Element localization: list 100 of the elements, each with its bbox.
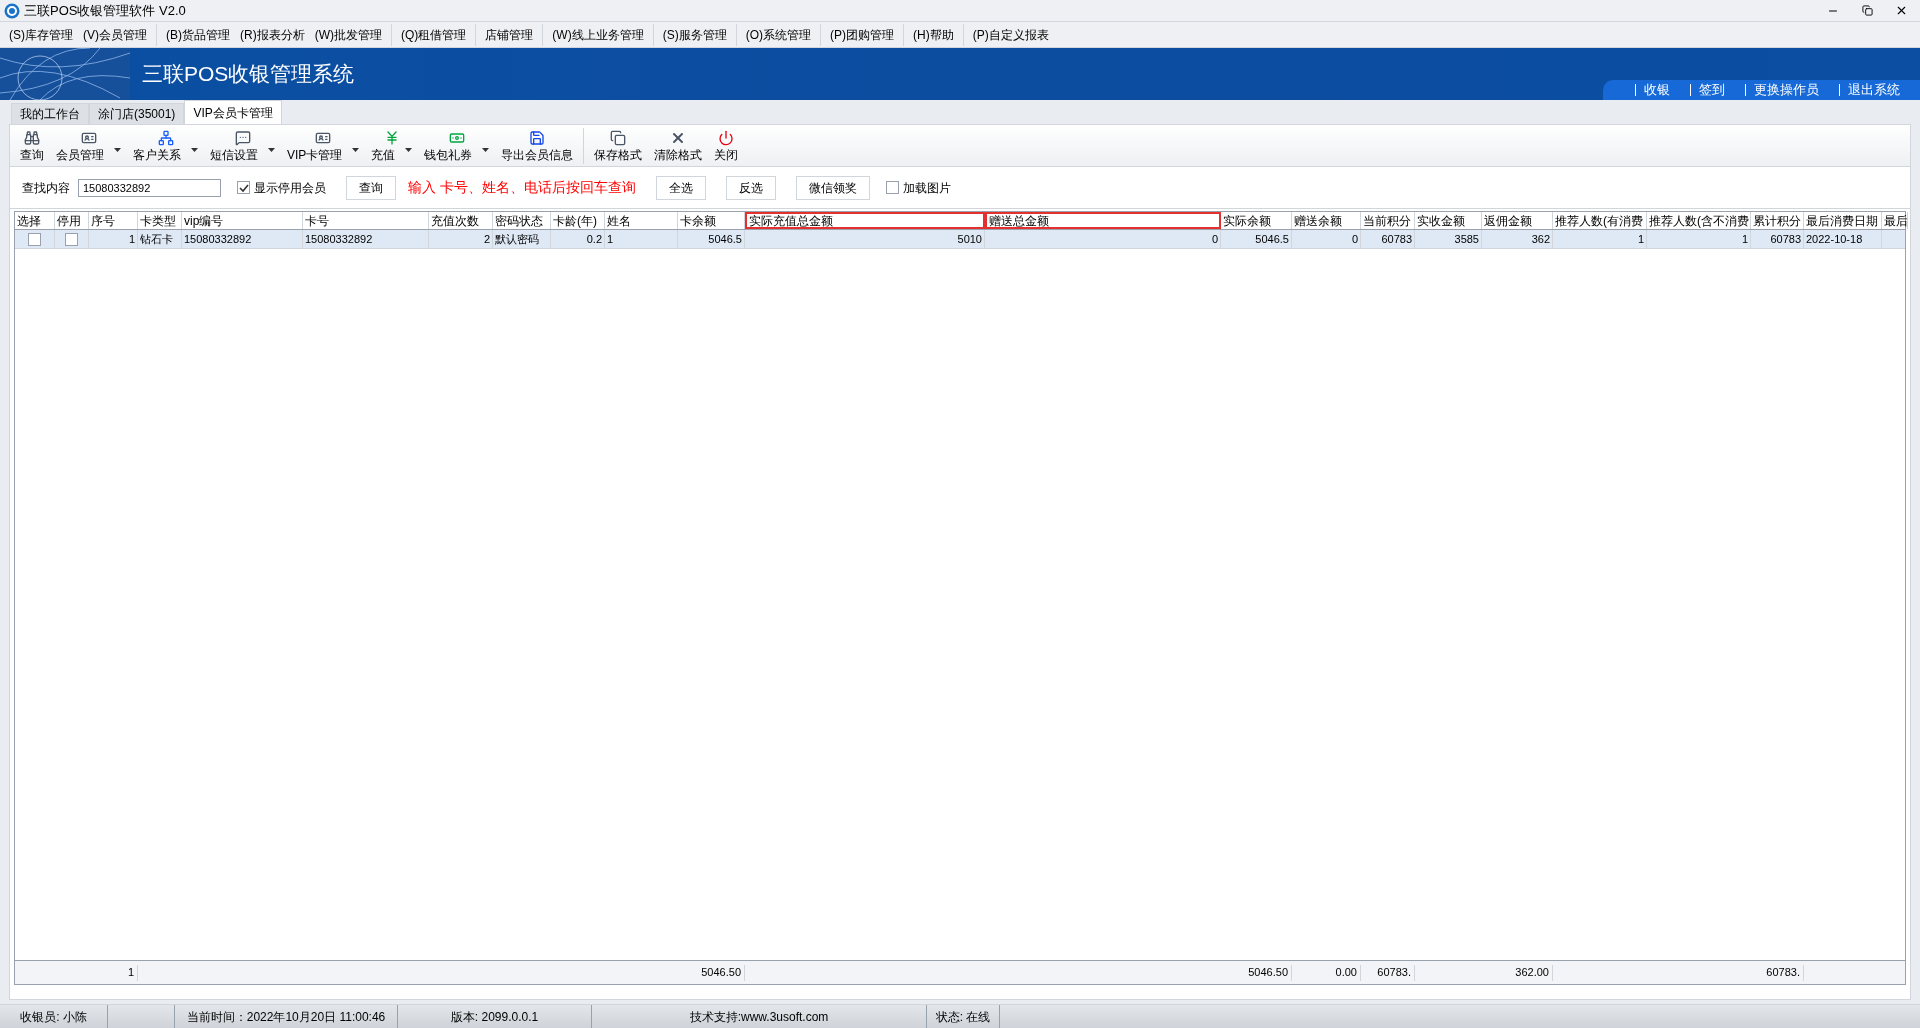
column-header[interactable]: 实收金额 [1415, 212, 1482, 229]
menu-item[interactable]: (W)批发管理 [309, 23, 387, 46]
table-cell: 钻石卡 [140, 232, 173, 246]
column-header[interactable]: 卡余额 [678, 212, 745, 229]
checkbox[interactable] [65, 232, 78, 246]
toolbar-button[interactable]: 客户关系 [127, 128, 204, 164]
menu-item[interactable]: (Q)租借管理 [391, 23, 472, 46]
column-header[interactable]: 推荐人数(有消费 [1553, 212, 1647, 229]
status-text: 版本: 2099.0.0.1 [450, 1008, 539, 1026]
tab[interactable]: VIP会员卡管理 [184, 100, 282, 124]
menu-item[interactable]: (O)系统管理 [735, 23, 816, 46]
column-header[interactable]: 序号 [89, 212, 138, 229]
message-icon [234, 130, 251, 146]
header-link[interactable]: 退出系统 [1848, 80, 1900, 100]
table-cell: 15080332892 [184, 232, 252, 246]
action-button[interactable]: 微信领奖 [795, 175, 870, 200]
network-icon [157, 130, 174, 146]
toolbar-button[interactable]: 查询 [14, 128, 50, 164]
menu-item[interactable]: (W)线上业务管理 [542, 23, 649, 46]
menu-item[interactable]: (S)库存管理 [4, 23, 78, 46]
id-card-icon [315, 130, 332, 146]
menu-item[interactable]: (R)报表分析 [235, 23, 310, 46]
toolbar-button[interactable]: 钱包礼券 [418, 128, 496, 164]
table-cell: 5046.5 [1255, 232, 1289, 246]
total-cell-text: 5046.50 [701, 965, 741, 981]
caret-icon [405, 148, 413, 152]
table-cell: 0.2 [586, 232, 602, 246]
toolbar-button[interactable]: 清除格式 [648, 128, 709, 164]
checkbox[interactable] [28, 232, 41, 246]
search-hint: 输入 卡号、姓名、电话后按回车查询 [408, 178, 636, 197]
column-header[interactable]: 卡类型 [138, 212, 182, 229]
column-header[interactable]: 累计积分 [1751, 212, 1804, 229]
column-header[interactable]: 选择 [15, 212, 55, 229]
menu-item[interactable]: (B)货品管理 [156, 23, 235, 46]
caret-icon [268, 148, 275, 152]
column-header[interactable]: 实际余额 [1221, 212, 1292, 229]
search-field[interactable]: 15080332892 [78, 178, 221, 197]
table-cell: 3585 [1454, 232, 1479, 246]
column-header[interactable]: 卡号 [303, 212, 429, 229]
column-header[interactable]: 最后 [1882, 212, 1908, 229]
table-cell: 2 [483, 232, 490, 246]
header-link[interactable]: 更换操作员 [1754, 80, 1819, 100]
restore-icon [1861, 5, 1873, 16]
tab[interactable]: 我的工作台 [11, 103, 89, 124]
caret-icon [114, 148, 121, 152]
caret-icon [482, 148, 490, 152]
window-title: 三联POS收银管理软件 V2.0 [24, 1, 186, 20]
column-header[interactable]: 最后消费日期 [1804, 212, 1882, 229]
column-header[interactable]: 停用 [55, 212, 89, 229]
copy-icon [610, 130, 627, 146]
toolbar-button[interactable]: 会员管理 [50, 128, 127, 164]
save-icon [529, 130, 546, 146]
column-header[interactable]: 当前积分 [1361, 212, 1415, 229]
toolbar-button[interactable]: 短信设置 [204, 128, 281, 164]
checkbox[interactable] [237, 181, 250, 194]
menu-item[interactable]: (P)自定义报表 [962, 23, 1054, 46]
header-link[interactable]: 收银 [1644, 80, 1670, 100]
column-header[interactable]: 赠送余额 [1292, 212, 1361, 229]
table-cell: 默认密码 [495, 232, 539, 246]
action-button[interactable]: 全选 [655, 175, 706, 200]
power-icon [718, 130, 735, 146]
action-button[interactable]: 反选 [725, 175, 776, 200]
checkbox[interactable] [885, 181, 899, 194]
menu-item[interactable]: (S)服务管理 [652, 23, 732, 46]
column-header[interactable]: 充值次数 [429, 212, 493, 229]
query-button[interactable]: 查询 [346, 175, 396, 200]
toolbar-button[interactable]: 充值 [365, 128, 419, 164]
total-cell-text: 60783. [1766, 965, 1800, 981]
table-cell: 1 [1637, 232, 1644, 246]
menu-item[interactable]: (V)会员管理 [78, 23, 152, 46]
status-text: 收银员: 小陈 [20, 1008, 87, 1026]
column-header[interactable]: 姓名 [605, 212, 678, 229]
column-header[interactable]: 密码状态 [493, 212, 551, 229]
table-cell: 5046.5 [708, 232, 742, 246]
search-label: 查找内容 [22, 179, 70, 197]
table-cell: 5010 [957, 232, 982, 246]
menu-item[interactable]: 店铺管理 [475, 23, 539, 46]
menu-item[interactable]: (P)团购管理 [820, 23, 899, 46]
header-link[interactable]: 签到 [1699, 80, 1725, 100]
column-header[interactable]: 赠送总金额 [985, 212, 1221, 229]
toolbar-button[interactable]: VIP卡管理 [281, 128, 366, 164]
column-header[interactable]: vip编号 [182, 212, 303, 229]
column-header[interactable]: 实际充值总金额 [745, 212, 985, 229]
tab[interactable]: 涂门店(35001) [89, 103, 185, 124]
toolbar-button[interactable]: 关闭 [708, 128, 745, 164]
caret-icon [191, 148, 198, 152]
menu-item[interactable]: (H)帮助 [903, 23, 959, 46]
table-cell: 1 [607, 232, 614, 246]
toolbar-button[interactable]: 保存格式 [583, 128, 649, 164]
checkbox-label: 加载图片 [902, 179, 951, 197]
column-header[interactable]: 推荐人数(含不消费 [1647, 212, 1751, 229]
column-header[interactable]: 卡龄(年) [551, 212, 605, 229]
table-row[interactable]: 1 钻石卡 15080332892 15080332892 2 默认密码 0.2 1 5046.5 5010 0 5046.5 0 60783 3585 362 1 1 60783 2022-10-18 [15, 230, 1905, 249]
checkbox-label: 显示停用会员 [254, 179, 326, 197]
table-cell: 362 [1531, 232, 1550, 246]
status-text: 当前时间：2022年10月20日 11:00:46 [186, 1008, 386, 1026]
status-text: 技术支持:www.3usoft.com [689, 1008, 829, 1026]
total-cell-text: 5046.50 [1248, 965, 1288, 981]
toolbar-button[interactable]: 导出会员信息 [495, 128, 580, 164]
column-header[interactable]: 返佣金额 [1482, 212, 1553, 229]
